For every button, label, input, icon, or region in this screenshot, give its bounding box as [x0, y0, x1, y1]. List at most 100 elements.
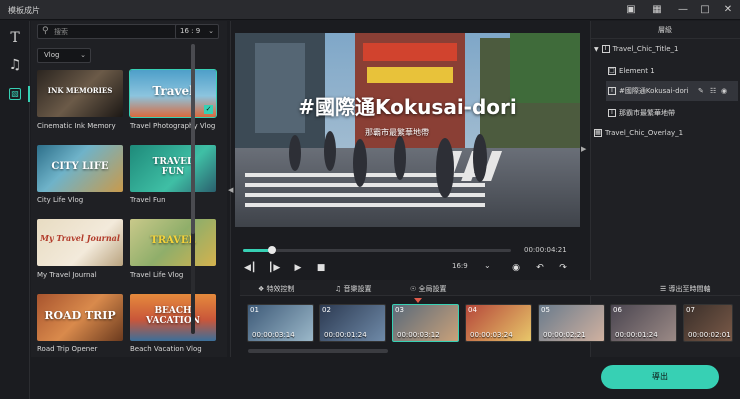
template-label: Cinematic Ink Memory [37, 122, 116, 130]
template-label: My Travel Journal [37, 271, 97, 279]
layer-label: Travel_Chic_Title_1 [612, 45, 679, 53]
clip-duration: 00:00:03:24 [470, 331, 513, 339]
redo-icon[interactable]: ↷ [557, 263, 569, 273]
thumbnail-title: My Travel Journal [40, 233, 120, 243]
template-thumbnail[interactable]: CITY LIFE [37, 145, 123, 192]
template-thumbnail[interactable]: TRAVEL FUN [130, 145, 216, 192]
thumbnail-title: TRAVEL FUN [152, 157, 194, 177]
chevron-down-icon: ⌄ [208, 27, 214, 35]
collapse-right-icon[interactable]: ▶ [581, 145, 586, 153]
progress-track[interactable] [243, 249, 511, 252]
template-thumbnail[interactable]: My Travel Journal [37, 219, 123, 266]
ratio-select[interactable]: 16 : 9 ⌄ [175, 24, 219, 39]
export-to-timeline-button[interactable]: ☰ 導出至時間軸 [660, 284, 711, 294]
overlay-subtitle[interactable]: 那霸市最繁華地帶 [365, 127, 429, 138]
collapse-left-icon[interactable]: ◀ [228, 186, 233, 194]
clip-number: 06 [613, 306, 622, 314]
template-label: Beach Vacation Vlog [130, 345, 202, 353]
layer-label: 那霸市最繁華地帶 [619, 109, 675, 117]
category-select-value: Vlog [44, 51, 60, 59]
chevron-down-icon: ⌄ [484, 261, 491, 270]
clip-duration: 00:00:02:01 [688, 331, 731, 339]
aspect-select[interactable]: 16:9 ⌄ [452, 261, 498, 274]
clip-thumbnail[interactable]: 07 00:00:02:01 [683, 304, 733, 342]
template-thumbnail[interactable]: BEACH VACATION [130, 294, 216, 341]
music-settings-button[interactable]: ♫ 音樂設置 [335, 284, 372, 294]
template-label: Travel Life Vlog [130, 271, 184, 279]
template-label: City Life Vlog [37, 196, 84, 204]
overlay-title[interactable]: #國際通Kokusai-dori [235, 91, 580, 120]
clip-duration: 00:00:03:14 [252, 331, 295, 339]
selected-clip-marker [414, 298, 422, 303]
play-icon[interactable]: ▶ [292, 263, 304, 273]
layer-item[interactable]: T 那霸市最繁華地帶 [608, 103, 738, 123]
clip-number: 04 [468, 306, 477, 314]
layer-item-selected[interactable]: T #國際通Kokusai-dori ✎ ☷ ◉ [606, 81, 738, 101]
search-input[interactable] [54, 26, 194, 38]
clip-duration: 00:00:01:24 [324, 331, 367, 339]
clip-thumbnail[interactable]: 01 00:00:03:14 [247, 304, 314, 342]
clip-number: 02 [322, 306, 331, 314]
layer-item[interactable]: ▦ Travel_Chic_Overlay_1 [594, 123, 738, 143]
clip-duration: 00:00:01:24 [615, 331, 658, 339]
effects-control-button[interactable]: ❖ 特效控制 [258, 284, 295, 294]
export-to-timeline-label: 導出至時間軸 [668, 285, 711, 293]
layer-item[interactable]: ▼ T Travel_Chic_Title_1 [594, 39, 738, 59]
layout-icon[interactable]: ▦ [650, 3, 664, 17]
timeline-icon: ☰ [660, 285, 669, 293]
clip-duration: 00:00:03:12 [397, 331, 440, 339]
template-thumbnail[interactable]: TRAVEL [130, 219, 216, 266]
layer-label: Element 1 [619, 67, 655, 75]
music-icon: ♫ [335, 285, 344, 293]
effects-icon: ❖ [258, 285, 267, 293]
export-button[interactable]: 導出 [601, 365, 719, 389]
visibility-icon[interactable]: ◉ [721, 81, 727, 101]
clip-thumbnail[interactable]: 04 00:00:03:24 [465, 304, 532, 342]
template-panel: ⚲ 16 : 9 ⌄ Vlog ⌄ INK MEMORIES Cinematic… [31, 21, 227, 357]
template-thumbnail[interactable]: ROAD TRIP [37, 294, 123, 341]
delete-icon[interactable]: ☷ [710, 81, 716, 101]
save-icon[interactable]: ▣ [624, 3, 638, 17]
clip-thumbnail[interactable]: 02 00:00:01:24 [319, 304, 386, 342]
clip-number: 03 [395, 306, 404, 314]
close-icon[interactable]: ✕ [721, 3, 735, 17]
time-readout: 00:00:04:21 [524, 246, 567, 254]
music-icon[interactable]: ♫ [7, 57, 23, 73]
template-thumbnail[interactable]: Travel ✓ [129, 69, 217, 118]
step-back-icon[interactable]: ◀┃ [244, 263, 256, 273]
clip-number: 05 [541, 306, 550, 314]
template-thumbnail[interactable]: INK MEMORIES [37, 70, 123, 117]
aspect-select-value: 16:9 [452, 262, 468, 270]
template-icon[interactable]: ▧ [9, 88, 21, 100]
panel-scrollbar-thumb[interactable] [191, 44, 195, 234]
step-forward-icon[interactable]: ┃▶ [268, 263, 280, 273]
global-settings-button[interactable]: ☉ 全局設置 [410, 284, 447, 294]
minimize-icon[interactable]: — [676, 3, 690, 17]
template-label: Travel Fun [130, 196, 166, 204]
clip-number: 01 [250, 306, 259, 314]
timeline-scrollbar[interactable] [248, 349, 388, 353]
left-rail [0, 21, 30, 399]
video-preview[interactable]: #國際通Kokusai-dori 那霸市最繁華地帶 [235, 33, 580, 227]
thumbnail-title: CITY LIFE [51, 161, 109, 172]
stop-icon[interactable]: ■ [315, 263, 327, 273]
clip-thumbnail[interactable]: 05 00:00:02:21 [538, 304, 605, 342]
category-select[interactable]: Vlog ⌄ [37, 48, 91, 63]
snapshot-icon[interactable]: ◉ [510, 263, 522, 273]
text-icon[interactable]: T [7, 30, 23, 46]
clip-duration: 00:00:02:21 [543, 331, 586, 339]
layer-item[interactable]: □ Element 1 [608, 61, 738, 81]
check-icon: ✓ [204, 105, 213, 114]
clip-thumbnail-selected[interactable]: 03 00:00:03:12 [392, 304, 459, 342]
thumbnail-title: ROAD TRIP [44, 309, 116, 322]
maximize-icon[interactable]: □ [698, 3, 712, 17]
music-settings-label: 音樂設置 [343, 285, 372, 293]
globe-icon: ☉ [410, 285, 419, 293]
undo-icon[interactable]: ↶ [534, 263, 546, 273]
chevron-down-icon: ⌄ [80, 51, 86, 59]
text-layer-icon: T [608, 87, 616, 95]
search-box[interactable]: ⚲ [37, 24, 197, 39]
edit-icon[interactable]: ✎ [698, 81, 704, 101]
template-label: Road Trip Opener [37, 345, 98, 353]
clip-thumbnail[interactable]: 06 00:00:01:24 [610, 304, 677, 342]
